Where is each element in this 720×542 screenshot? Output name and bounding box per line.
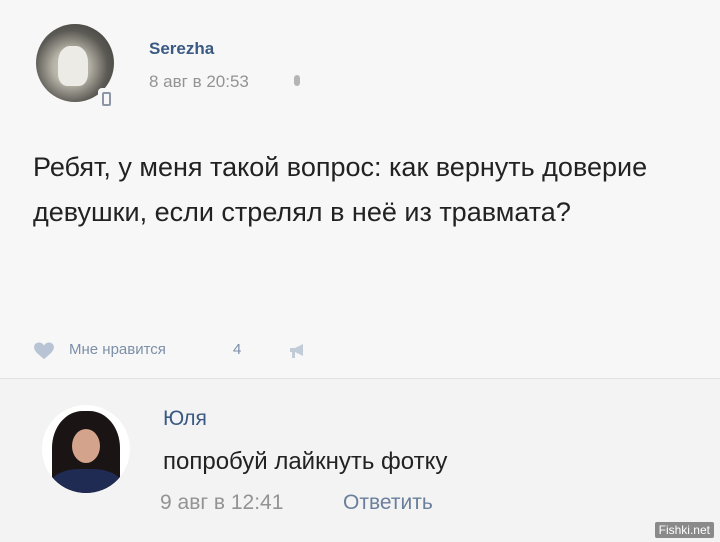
watermark: Fishki.net <box>654 522 714 538</box>
post-card: Serezha 8 авг в 20:53 Ребят, у меня тако… <box>0 0 720 378</box>
avatar-face <box>72 429 100 463</box>
mobile-phone-icon <box>98 88 116 110</box>
post-author-name[interactable]: Serezha <box>149 39 214 59</box>
comment-timestamp[interactable]: 9 авг в 12:41 <box>160 491 283 515</box>
commenter-avatar[interactable] <box>42 405 130 493</box>
like-count: 4 <box>233 341 242 358</box>
comment-author-name[interactable]: Юля <box>163 407 207 431</box>
heart-icon[interactable] <box>33 342 55 360</box>
apple-icon <box>294 75 300 86</box>
comment-item: Юля попробуй лайкнуть фотку 9 авг в 12:4… <box>0 379 720 542</box>
phone-glyph <box>102 92 111 106</box>
comment-text: попробуй лайкнуть фотку <box>163 448 448 475</box>
like-button-label[interactable]: Мне нравится <box>69 341 166 358</box>
share-megaphone-icon[interactable] <box>288 342 308 360</box>
post-text: Ребят, у меня такой вопрос: как вернуть … <box>33 152 648 227</box>
post-timestamp[interactable]: 8 авг в 20:53 <box>149 72 249 92</box>
reply-button[interactable]: Ответить <box>343 491 433 515</box>
avatar-cat-figure <box>58 46 88 86</box>
avatar-shirt <box>50 469 122 493</box>
